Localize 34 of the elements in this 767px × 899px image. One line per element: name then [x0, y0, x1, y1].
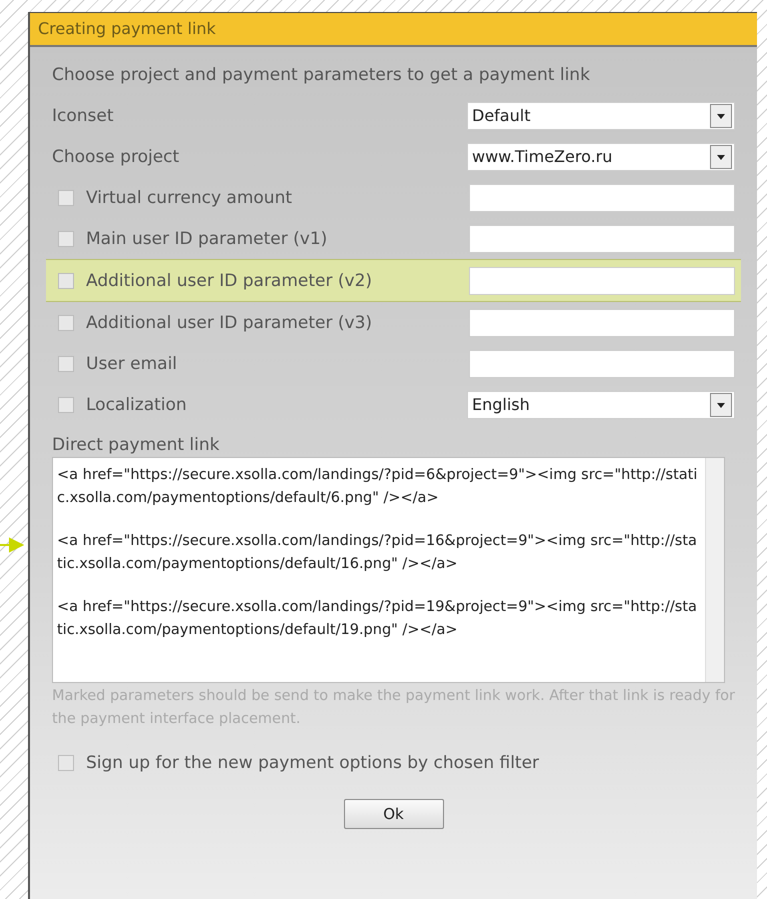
- input-field[interactable]: [469, 266, 735, 294]
- checkbox[interactable]: [58, 190, 74, 206]
- checkbox-label: Additional user ID parameter (v2): [86, 270, 372, 290]
- checkbox-label: Virtual currency amount: [86, 188, 292, 208]
- input-field[interactable]: [469, 224, 735, 252]
- checkbox[interactable]: [58, 396, 74, 412]
- field-label: Direct payment link: [52, 435, 221, 455]
- input-field[interactable]: [469, 308, 735, 336]
- ok-button[interactable]: Ok: [344, 799, 444, 829]
- link-textarea[interactable]: <a href="https://secure.xsolla.com/landings/?pid=6&project=9"><img src="http://static.xsolla.com/paymentoptions/default/6.png" /></a> <a href="https://secure.xsolla.com/landings/?pid=16&project=9"><img src="http://static.xsolla.com/paymentoptions/default/16.png" /></a> <a href="https://secure.xsolla.com/landings/?pid=19&project=9"><img src="http://static.xsolla.com/paymentoptions/default/19.png" /></a>: [52, 457, 725, 683]
- checkbox[interactable]: [58, 272, 74, 288]
- checkbox[interactable]: [58, 755, 74, 771]
- checkbox-label: Localization: [86, 394, 187, 414]
- arrow-icon: [0, 536, 24, 554]
- checkbox-label: Main user ID parameter (v1): [86, 228, 328, 248]
- window-title: Creating payment link: [30, 13, 757, 47]
- scrollbar[interactable]: [705, 458, 724, 682]
- caret-icon: [710, 104, 732, 128]
- dropdown[interactable]: English: [467, 390, 735, 418]
- checkbox[interactable]: [58, 314, 74, 330]
- intro-text: Choose project and payment parameters to get a payment link: [52, 65, 591, 85]
- checkbox-label: Sign up for the new payment options by chosen filter: [86, 753, 540, 773]
- caret-icon: [710, 144, 732, 168]
- dropdown[interactable]: www.TimeZero.ru: [467, 142, 735, 170]
- input-field[interactable]: [469, 350, 735, 378]
- checkbox-label: Additional user ID parameter (v3): [86, 312, 372, 332]
- checkbox-label: User email: [86, 354, 178, 374]
- dropdown[interactable]: Default: [467, 102, 735, 130]
- checkbox[interactable]: [58, 356, 74, 372]
- input-field[interactable]: [469, 184, 735, 212]
- field-label: Iconset: [52, 106, 114, 126]
- field-label: Choose project: [52, 146, 180, 166]
- checkbox[interactable]: [58, 230, 74, 246]
- caret-icon: [710, 392, 732, 416]
